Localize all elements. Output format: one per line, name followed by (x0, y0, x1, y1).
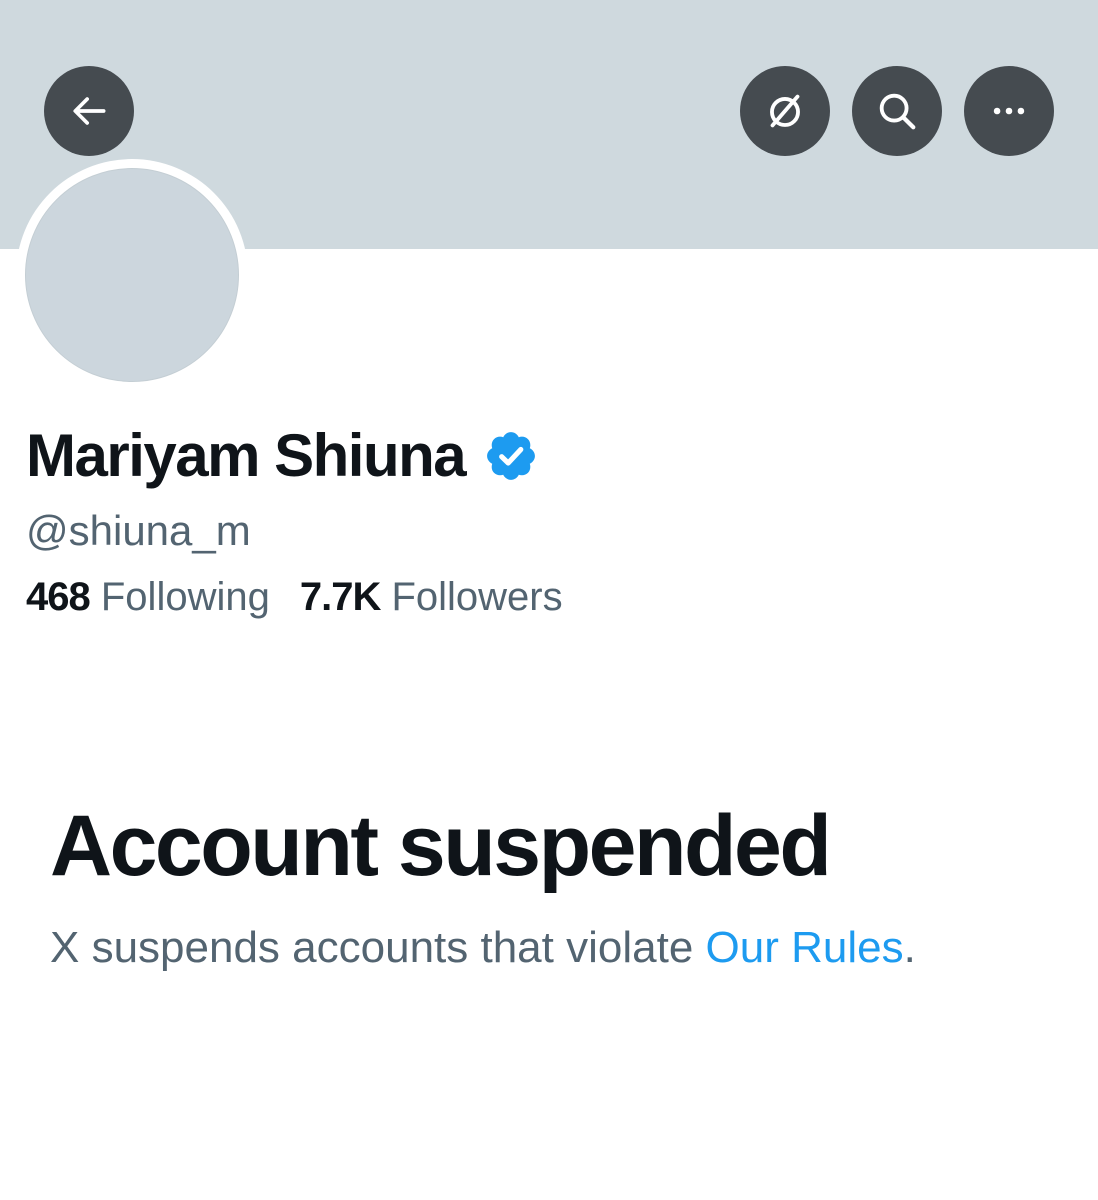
followers-count: 7.7K (299, 575, 381, 619)
profile-name-row: Mariyam Shiuna (26, 420, 539, 492)
display-name: Mariyam Shiuna (26, 422, 467, 489)
followers-label: Followers (391, 575, 563, 619)
suspended-title: Account suspended (50, 798, 832, 894)
following-link[interactable]: 468 Following (26, 575, 270, 619)
profile-handle: @shiuna_m (26, 507, 251, 554)
translate-button[interactable] (740, 66, 830, 156)
search-button[interactable] (852, 66, 942, 156)
followers-link[interactable]: 7.7K Followers (300, 575, 563, 619)
avatar[interactable] (25, 168, 239, 382)
suspended-message-period: . (903, 923, 916, 972)
more-button[interactable] (964, 66, 1054, 156)
more-horizontal-icon (993, 107, 1025, 115)
search-icon (879, 93, 916, 130)
suspended-message: X suspends accounts that violate Our Rul… (50, 918, 916, 978)
profile-stats: 468 Following 7.7K Followers (26, 570, 563, 624)
arrow-left-icon (73, 97, 106, 125)
following-count: 468 (26, 575, 91, 619)
verified-badge-icon[interactable] (483, 428, 539, 484)
our-rules-link[interactable]: Our Rules (706, 923, 904, 972)
suspended-message-text: X suspends accounts that violate (50, 923, 706, 972)
translate-icon (770, 94, 800, 128)
back-button[interactable] (44, 66, 134, 156)
following-label: Following (100, 575, 270, 619)
